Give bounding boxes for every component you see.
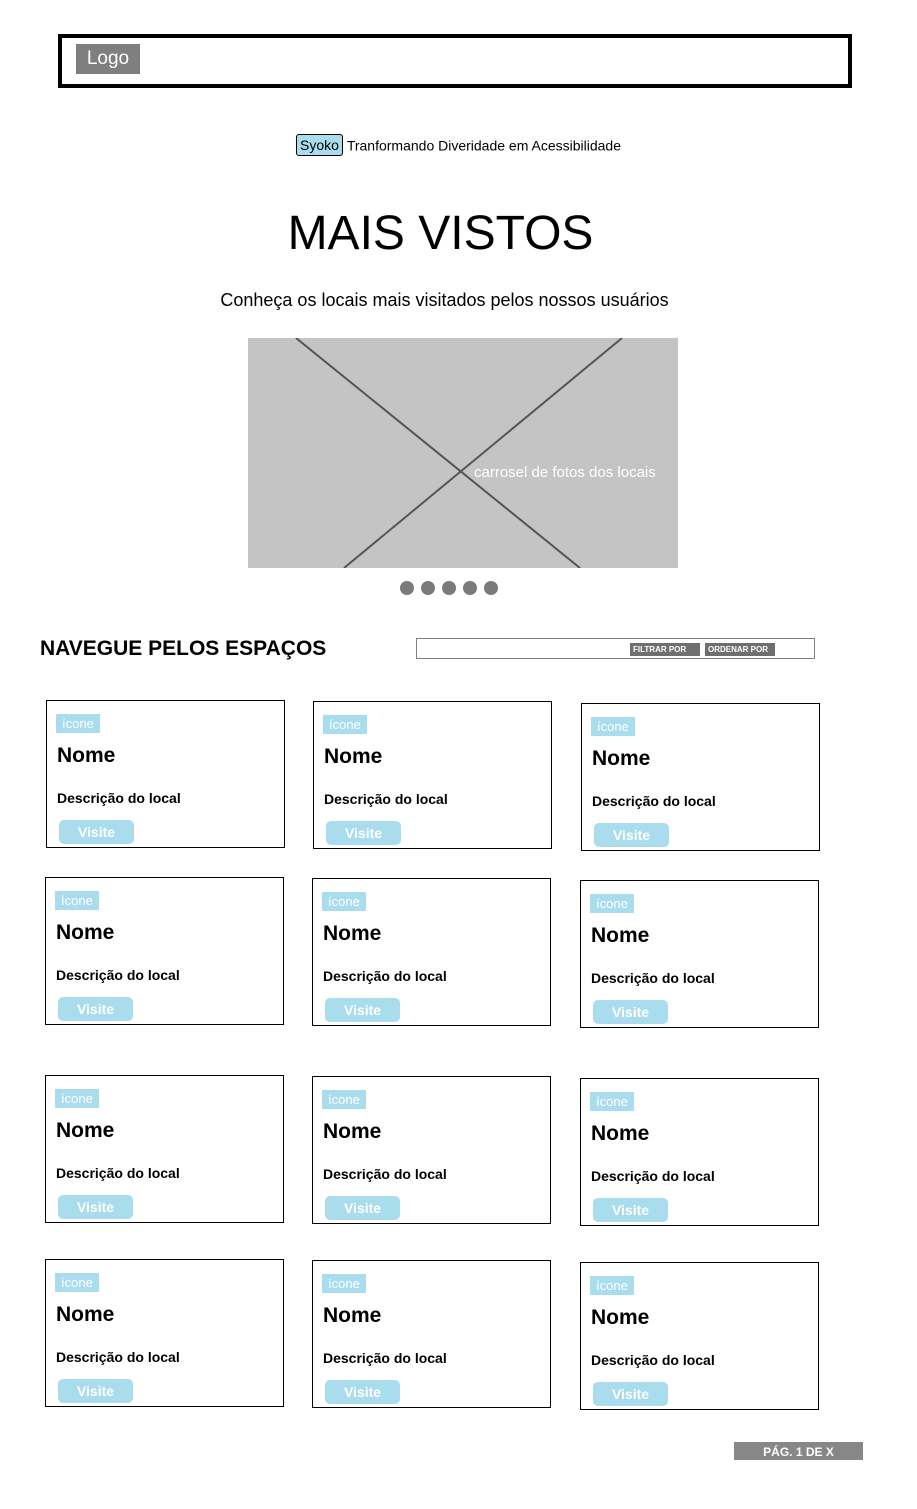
- place-card: ícone Nome Descrição do local Visite: [581, 703, 820, 851]
- place-icon: ícone: [590, 894, 634, 913]
- tagline: Syoko Tranformando Diveridade em Acessib…: [0, 133, 917, 157]
- visit-button[interactable]: Visite: [58, 997, 133, 1021]
- place-description: Descrição do local: [324, 791, 448, 807]
- visit-button[interactable]: Visite: [593, 1198, 668, 1222]
- place-name: Nome: [591, 924, 650, 947]
- order-button[interactable]: ORDENAR POR: [705, 643, 775, 656]
- place-description: Descrição do local: [56, 1165, 180, 1181]
- visit-button[interactable]: Visite: [326, 821, 401, 845]
- filter-bar: FILTRAR POR ORDENAR POR: [416, 638, 815, 659]
- place-name: Nome: [56, 921, 115, 944]
- visit-button[interactable]: Visite: [325, 1196, 400, 1220]
- place-icon: ícone: [55, 891, 99, 910]
- place-description: Descrição do local: [57, 790, 181, 806]
- place-card: ícone Nome Descrição do local Visite: [45, 877, 284, 1025]
- place-card: ícone Nome Descrição do local Visite: [46, 700, 285, 848]
- place-icon: ícone: [56, 714, 100, 733]
- visit-button[interactable]: Visite: [593, 1382, 668, 1406]
- place-name: Nome: [591, 1122, 650, 1145]
- place-card: ícone Nome Descrição do local Visite: [580, 1262, 819, 1410]
- place-name: Nome: [592, 747, 651, 770]
- tagline-text: Tranformando Diveridade em Acessibilidad…: [346, 137, 621, 154]
- place-description: Descrição do local: [323, 968, 447, 984]
- carousel-dot[interactable]: [400, 581, 414, 595]
- place-description: Descrição do local: [591, 970, 715, 986]
- place-name: Nome: [323, 1120, 382, 1143]
- place-icon: ícone: [323, 715, 367, 734]
- place-card: ícone Nome Descrição do local Visite: [580, 1078, 819, 1226]
- place-icon: ícone: [590, 1092, 634, 1111]
- site-header: Logo: [58, 34, 852, 88]
- logo[interactable]: Logo: [76, 44, 140, 74]
- place-description: Descrição do local: [592, 793, 716, 809]
- photo-carousel[interactable]: carrosel de fotos dos locais: [248, 338, 678, 568]
- carousel-dot[interactable]: [421, 581, 435, 595]
- place-name: Nome: [591, 1306, 650, 1329]
- place-icon: ícone: [55, 1273, 99, 1292]
- place-icon: ícone: [322, 1274, 366, 1293]
- place-card: ícone Nome Descrição do local Visite: [312, 1076, 551, 1224]
- visit-button[interactable]: Visite: [594, 823, 669, 847]
- place-name: Nome: [56, 1303, 115, 1326]
- place-card: ícone Nome Descrição do local Visite: [312, 878, 551, 1026]
- place-icon: ícone: [322, 892, 366, 911]
- carousel-dot[interactable]: [463, 581, 477, 595]
- place-card: ícone Nome Descrição do local Visite: [580, 880, 819, 1028]
- carousel-dot[interactable]: [484, 581, 498, 595]
- place-description: Descrição do local: [591, 1352, 715, 1368]
- hero-title: MAIS VISTOS: [287, 207, 594, 260]
- visit-button[interactable]: Visite: [58, 1379, 133, 1403]
- place-card: ícone Nome Descrição do local Visite: [313, 701, 552, 849]
- carousel-caption: carrosel de fotos dos locais: [474, 464, 656, 481]
- place-name: Nome: [323, 1304, 382, 1327]
- section-title: NAVEGUE PELOS ESPAÇOS: [40, 637, 327, 660]
- hero-subtitle: Conheça os locais mais visitados pelos n…: [220, 290, 669, 310]
- place-description: Descrição do local: [591, 1168, 715, 1184]
- pagination[interactable]: PÁG. 1 DE X: [734, 1442, 863, 1460]
- place-card: ícone Nome Descrição do local Visite: [45, 1075, 284, 1223]
- place-icon: ícone: [322, 1090, 366, 1109]
- visit-button[interactable]: Visite: [593, 1000, 668, 1024]
- carousel-dot[interactable]: [442, 581, 456, 595]
- place-description: Descrição do local: [323, 1350, 447, 1366]
- place-card: ícone Nome Descrição do local Visite: [45, 1259, 284, 1407]
- place-description: Descrição do local: [56, 1349, 180, 1365]
- place-name: Nome: [324, 745, 383, 768]
- visit-button[interactable]: Visite: [325, 1380, 400, 1404]
- visit-button[interactable]: Visite: [325, 998, 400, 1022]
- place-description: Descrição do local: [56, 967, 180, 983]
- place-icon: ícone: [55, 1089, 99, 1108]
- place-icon: ícone: [590, 1276, 634, 1295]
- visit-button[interactable]: Visite: [59, 820, 134, 844]
- visit-button[interactable]: Visite: [58, 1195, 133, 1219]
- place-icon: ícone: [591, 717, 635, 736]
- brand-badge: Syoko: [296, 134, 343, 157]
- place-description: Descrição do local: [323, 1166, 447, 1182]
- place-name: Nome: [56, 1119, 115, 1142]
- image-placeholder-icon: [295, 338, 623, 568]
- place-name: Nome: [57, 744, 116, 767]
- filter-button[interactable]: FILTRAR POR: [630, 643, 700, 656]
- place-card: ícone Nome Descrição do local Visite: [312, 1260, 551, 1408]
- place-name: Nome: [323, 922, 382, 945]
